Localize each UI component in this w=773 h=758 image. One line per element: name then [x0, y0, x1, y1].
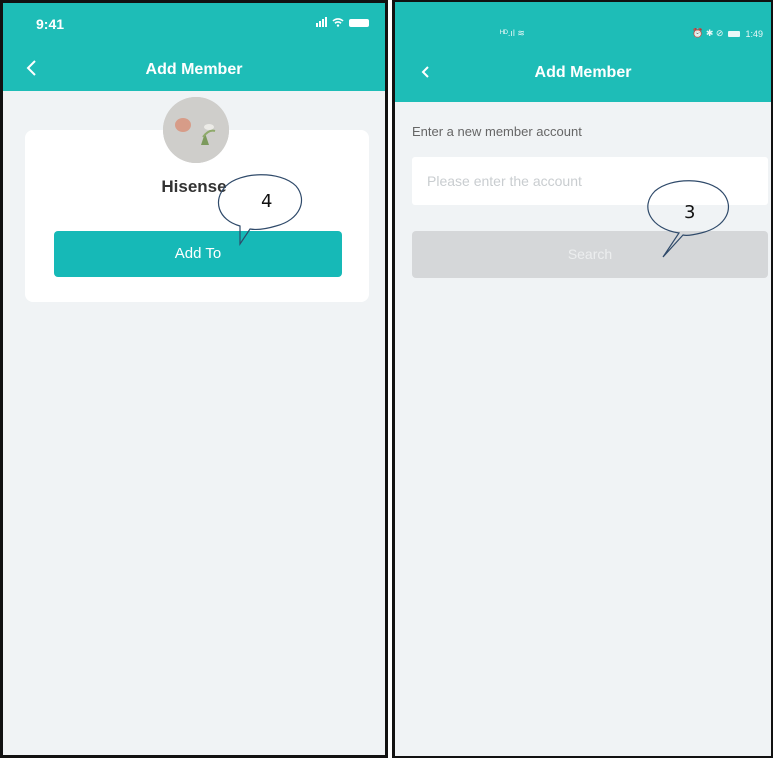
status-bar: 9:41 — [3, 3, 385, 43]
status-signal: ᴴᴰ.ıl ≋ — [500, 28, 525, 38]
app-header: ᴴᴰ.ıl ≋ ⏰ ✱ ⊘ 1:49 Add Member — [395, 2, 771, 102]
device-avatar — [163, 97, 229, 163]
right-phone-screen: ᴴᴰ.ıl ≋ ⏰ ✱ ⊘ 1:49 Add Member Enter a ne… — [392, 0, 773, 758]
app-header: 9:41 Add Member — [3, 3, 385, 91]
wifi-icon — [332, 18, 344, 27]
left-phone-screen: 9:41 Add Member Hisense Add To 4 — [0, 0, 388, 758]
status-right-group: ⏰ ✱ ⊘ 1:49 — [692, 28, 763, 39]
device-name: Hisense — [161, 177, 227, 196]
field-label: Enter a new member account — [412, 124, 582, 139]
device-photo-icon — [163, 97, 229, 163]
status-time: 1:49 — [745, 28, 763, 39]
callout-bubble-icon — [217, 174, 303, 246]
callout-number: 3 — [684, 202, 696, 223]
battery-icon — [728, 30, 741, 37]
system-status-icons — [316, 17, 369, 27]
battery-icon — [349, 19, 369, 27]
callout-number: 4 — [261, 191, 273, 212]
status-time: 9:41 — [36, 16, 65, 32]
signal-icon — [316, 17, 327, 27]
page-title: Add Member — [145, 61, 243, 78]
status-icons: ⏰ ✱ ⊘ — [692, 28, 724, 38]
page-title: Add Member — [534, 64, 632, 81]
